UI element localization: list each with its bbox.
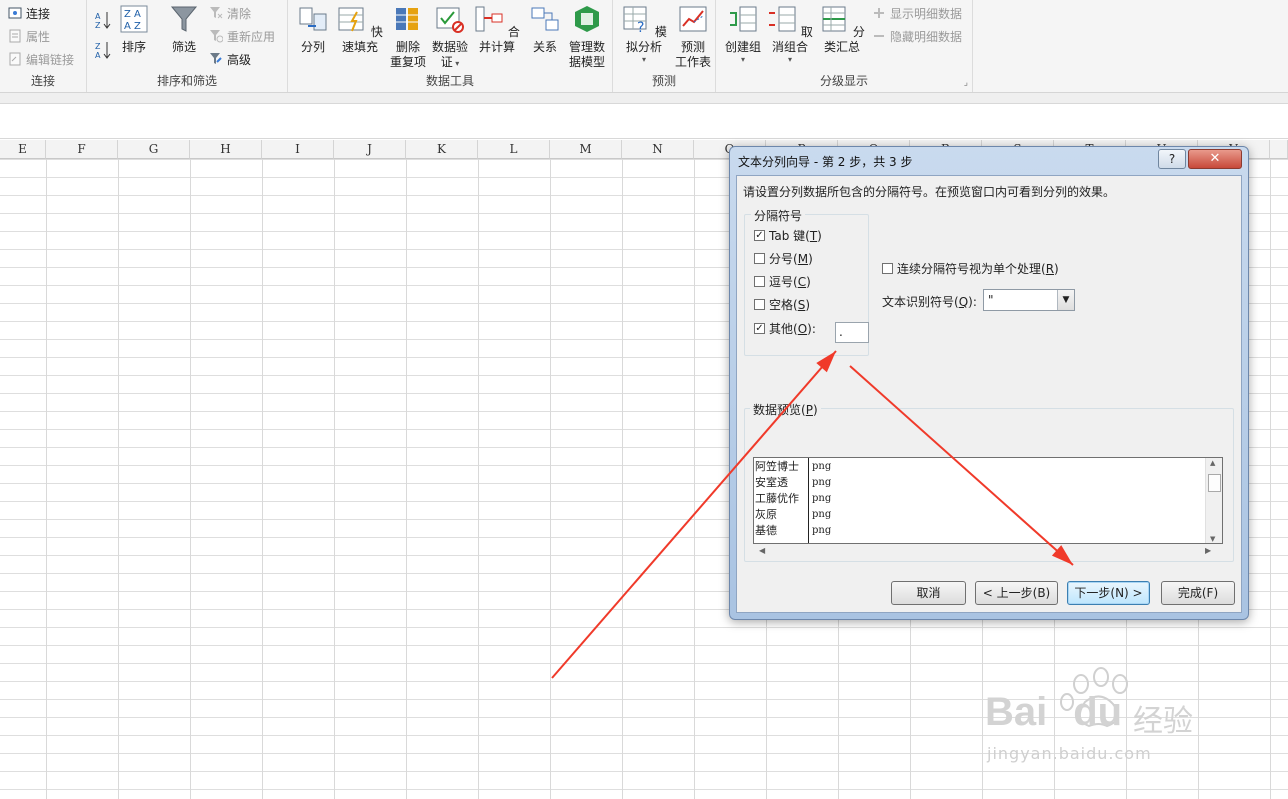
watermark-brand: Bai du	[985, 690, 1123, 734]
arrow-to-other-input	[551, 350, 837, 679]
arrow-to-next-button	[849, 365, 1074, 566]
watermark-url: jingyan.baidu.com	[987, 744, 1152, 763]
annotation-arrow-group	[551, 350, 1074, 679]
watermark-cn: 经验	[1133, 704, 1193, 739]
baidu-jingyan-watermark: Bai du 经验 jingyan.baidu.com	[985, 662, 1235, 772]
